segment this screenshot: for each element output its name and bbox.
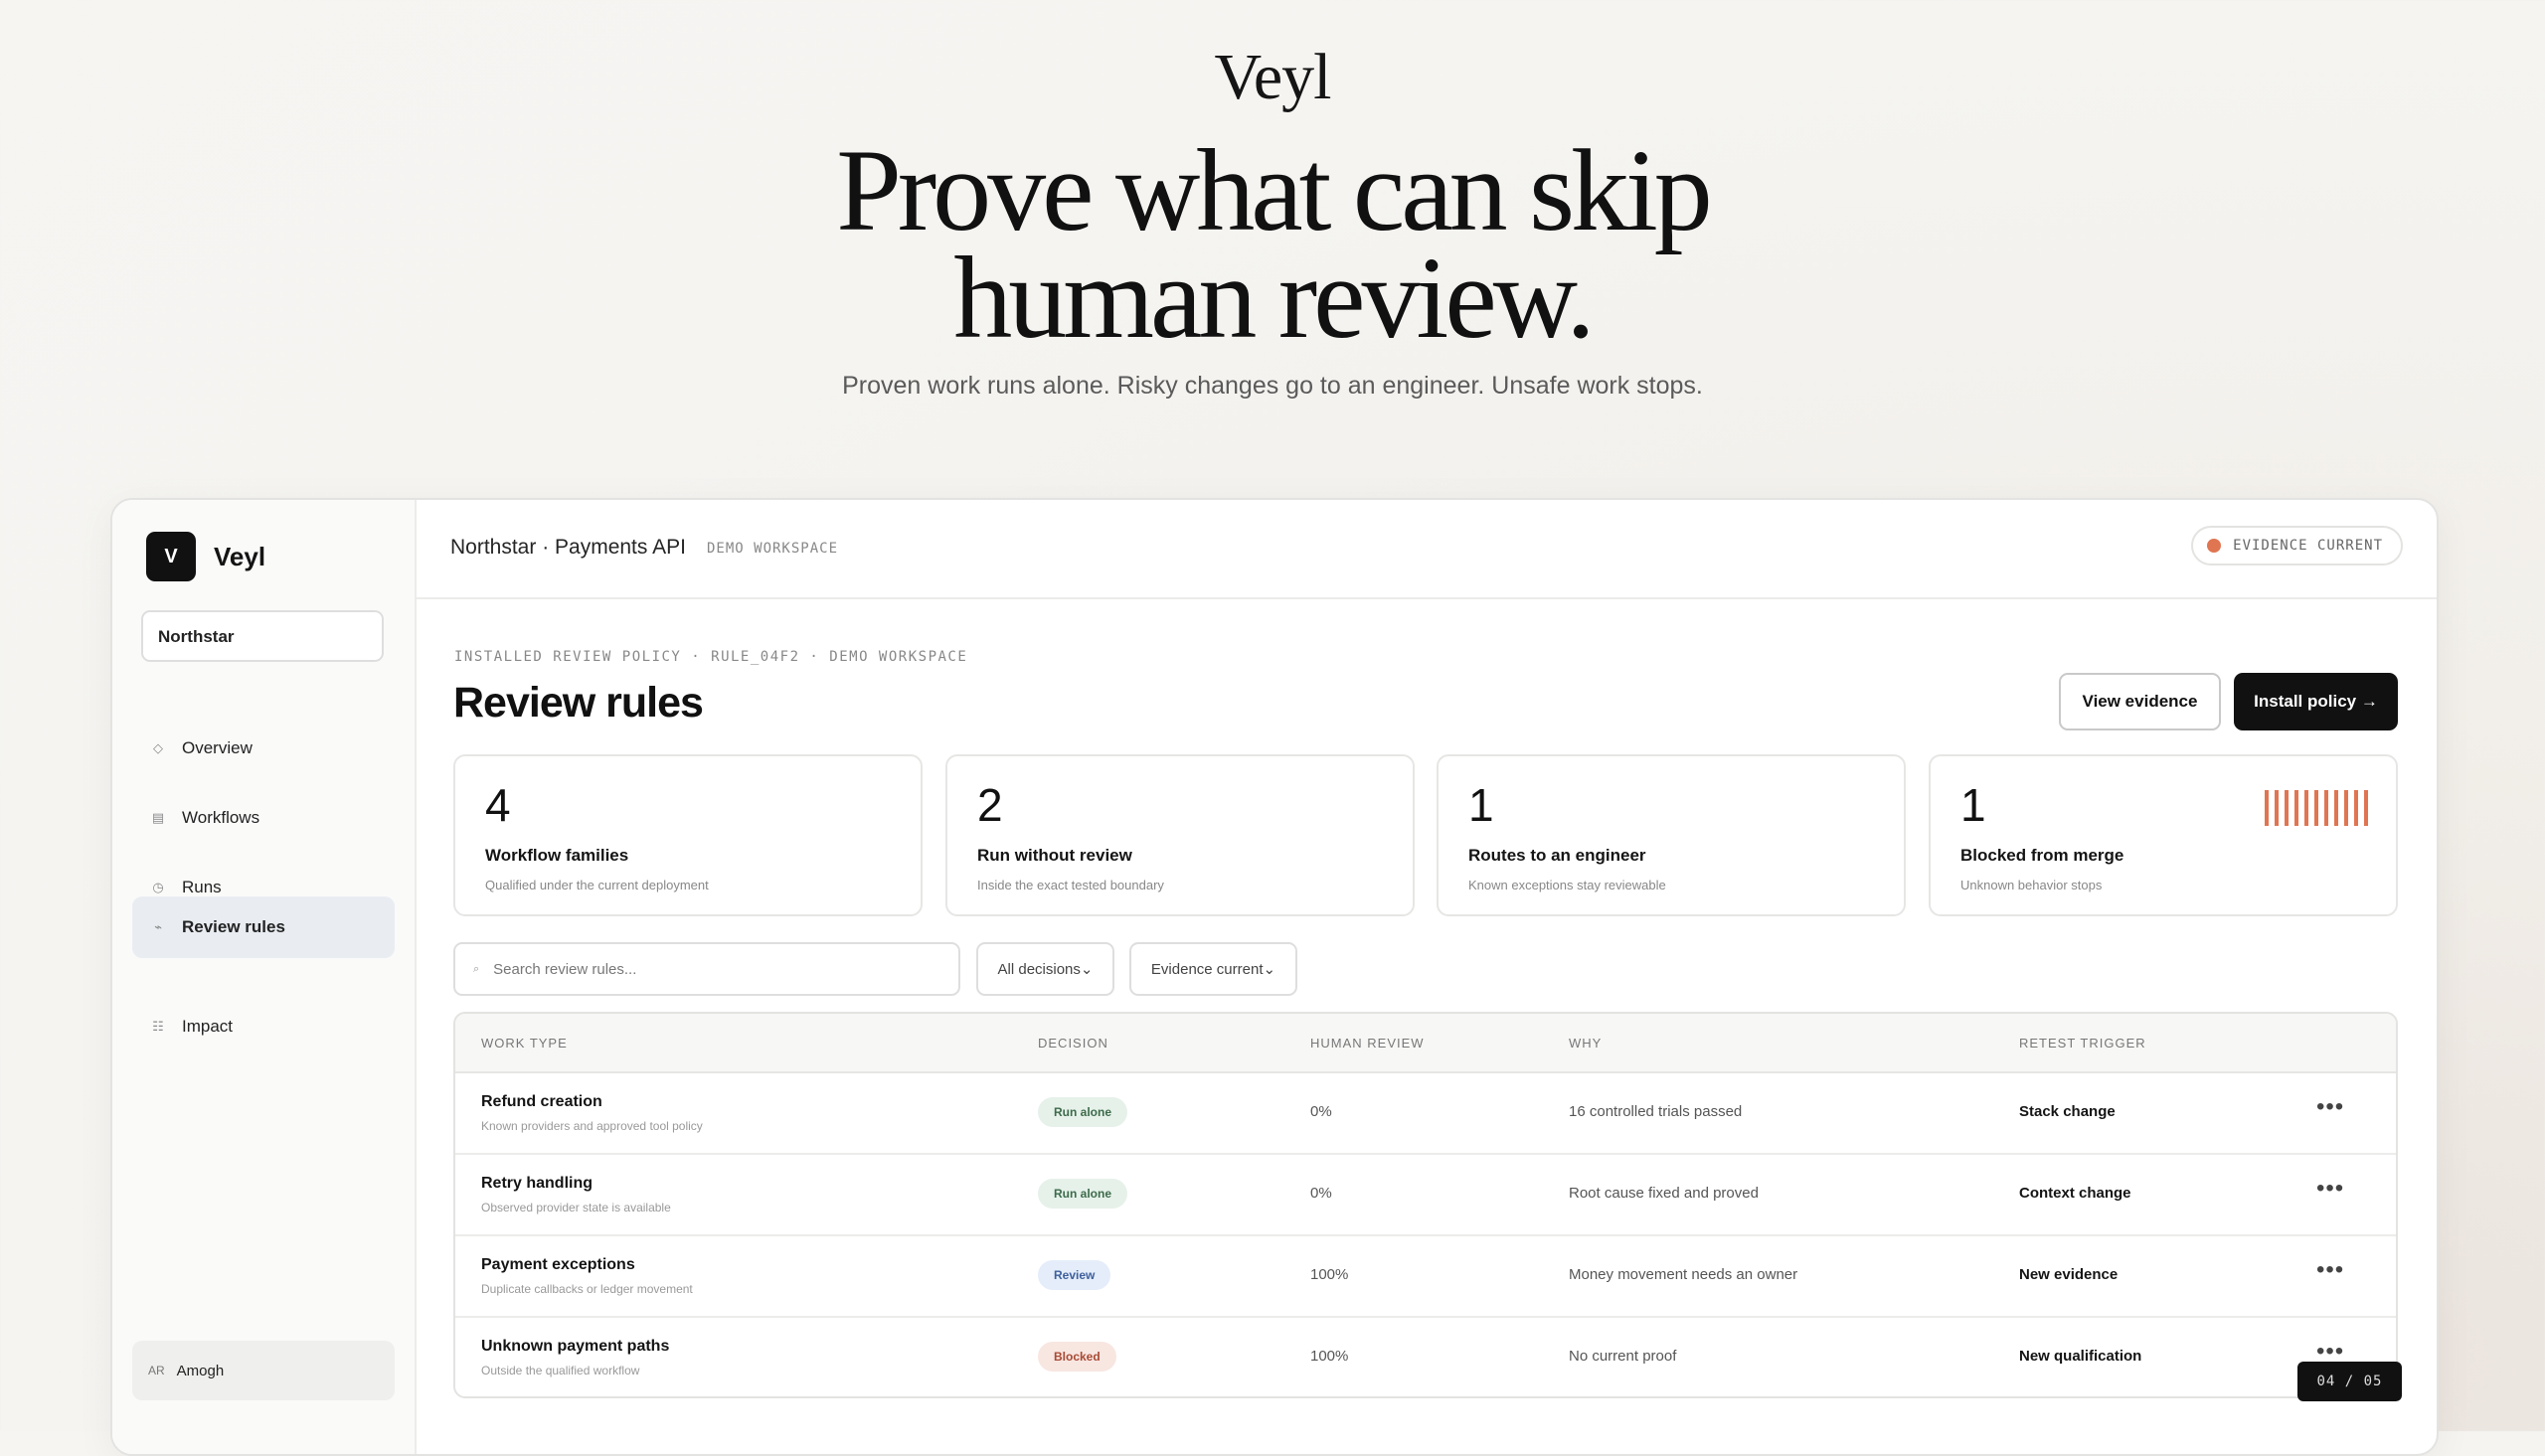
evidence-filter-dropdown[interactable]: Evidence current⌄ xyxy=(1129,942,1297,996)
stat-card-run-without-review: 2 Run without review Inside the exact te… xyxy=(945,754,1415,916)
stat-card-blocked-from-merge: 1 Blocked from merge Unknown behavior st… xyxy=(1929,754,2398,916)
app-name: Veyl xyxy=(214,542,266,571)
evidence-status-badge[interactable]: EVIDENCE CURRENT xyxy=(2191,526,2403,566)
decision-filter-dropdown[interactable]: All decisions⌄ xyxy=(976,942,1114,996)
column-header-retest-trigger: RETEST TRIGGER xyxy=(2019,1036,2146,1051)
stat-description: Known exceptions stay reviewable xyxy=(1468,878,1666,892)
diamond-icon: ◇ xyxy=(153,740,163,755)
view-evidence-button[interactable]: View evidence xyxy=(2059,673,2221,730)
work-type-title: Refund creation xyxy=(481,1093,602,1110)
why-text: Root cause fixed and proved xyxy=(1569,1185,1759,1202)
column-header-human-review: HUMAN REVIEW xyxy=(1310,1036,1425,1051)
search-input[interactable] xyxy=(491,959,914,979)
stat-value: 1 xyxy=(1468,779,1494,831)
human-review-percent: 100% xyxy=(1310,1348,1349,1365)
retest-trigger: New qualification xyxy=(2019,1348,2142,1365)
search-box[interactable]: ⌕ xyxy=(453,942,960,996)
table-row[interactable]: Retry handling Observed provider state i… xyxy=(455,1153,2396,1236)
why-text: 16 controlled trials passed xyxy=(1569,1103,1743,1120)
stat-label: Routes to an engineer xyxy=(1468,846,1646,865)
retest-trigger: Stack change xyxy=(2019,1103,2116,1120)
evidence-status-label: EVIDENCE CURRENT xyxy=(2233,538,2383,554)
work-type-description: Known providers and approved tool policy xyxy=(481,1119,703,1133)
decision-badge: Run alone xyxy=(1038,1179,1128,1209)
table-row[interactable]: Refund creation Known providers and appr… xyxy=(455,1071,2396,1155)
hero-title: Prove what can skip human review. xyxy=(0,132,2545,357)
list-icon: ☷ xyxy=(152,1019,164,1034)
policy-eyebrow: INSTALLED REVIEW POLICY · RULE_04F2 · DE… xyxy=(454,649,968,665)
stat-value: 1 xyxy=(1960,779,1986,831)
decision-badge: Run alone xyxy=(1038,1097,1128,1127)
retest-trigger: Context change xyxy=(2019,1185,2131,1202)
hero-subtitle: Proven work runs alone. Risky changes go… xyxy=(842,372,1703,400)
sidebar-item-overview[interactable]: ◇ Overview xyxy=(132,718,395,779)
why-text: No current proof xyxy=(1569,1348,1677,1365)
page-title: Review rules xyxy=(453,679,704,727)
sidebar-item-review-rules[interactable]: ⌁ Review rules xyxy=(132,896,395,958)
workspace-selector[interactable]: Northstar xyxy=(141,610,384,662)
sidebar-item-label: Impact xyxy=(182,1017,234,1036)
install-policy-button[interactable]: Install policy → xyxy=(2234,673,2398,730)
human-review-percent: 0% xyxy=(1310,1103,1332,1120)
column-header-decision: DECISION xyxy=(1038,1036,1108,1051)
sidebar-item-impact[interactable]: ☷ Impact xyxy=(132,996,395,1057)
table-row[interactable]: Payment exceptions Duplicate callbacks o… xyxy=(455,1234,2396,1318)
work-type-title: Payment exceptions xyxy=(481,1256,635,1273)
stat-description: Qualified under the current deployment xyxy=(485,878,709,892)
work-type-description: Outside the qualified workflow xyxy=(481,1364,640,1377)
blocked-bars-icon xyxy=(2265,790,2368,826)
avatar: AR xyxy=(148,1364,165,1377)
work-type-description: Duplicate callbacks or ledger movement xyxy=(481,1282,693,1296)
grid-icon: ▤ xyxy=(151,810,165,825)
sidebar-item-label: Review rules xyxy=(182,917,285,936)
sidebar-item-workflows[interactable]: ▤ Workflows xyxy=(132,787,395,849)
stat-label: Workflow families xyxy=(485,846,629,865)
sidebar-item-label: Workflows xyxy=(182,808,260,827)
more-options-icon[interactable]: ••• xyxy=(2316,1175,2344,1203)
human-review-percent: 0% xyxy=(1310,1185,1332,1202)
stat-value: 2 xyxy=(977,779,1003,831)
stat-description: Inside the exact tested boundary xyxy=(977,878,1164,892)
column-header-work-type: WORK TYPE xyxy=(481,1036,568,1051)
breadcrumb: Northstar · Payments API xyxy=(450,536,686,559)
sidebar-item-label: Overview xyxy=(182,738,253,757)
slide-pager: 04 / 05 xyxy=(2297,1362,2402,1401)
rule-icon: ⌁ xyxy=(154,919,162,934)
stat-label: Blocked from merge xyxy=(1960,846,2124,865)
column-header-why: WHY xyxy=(1569,1036,1603,1051)
hero-title-line-2: human review. xyxy=(953,233,1596,363)
human-review-percent: 100% xyxy=(1310,1266,1349,1283)
work-type-description: Observed provider state is available xyxy=(481,1201,671,1214)
table-row[interactable]: Unknown payment paths Outside the qualif… xyxy=(455,1316,2396,1396)
work-type-title: Unknown payment paths xyxy=(481,1338,670,1355)
workspace-tag: DEMO WORKSPACE xyxy=(707,541,839,557)
table-header: WORK TYPE DECISION HUMAN REVIEW WHY RETE… xyxy=(455,1014,2396,1073)
decision-badge: Blocked xyxy=(1038,1342,1116,1372)
why-text: Money movement needs an owner xyxy=(1569,1266,1798,1283)
clock-icon: ◷ xyxy=(152,880,164,894)
user-profile[interactable]: AR Amogh xyxy=(132,1341,395,1400)
review-rules-table: WORK TYPE DECISION HUMAN REVIEW WHY RETE… xyxy=(453,1012,2398,1398)
hero-brand: Veyl xyxy=(1214,41,1332,113)
main-content: Northstar · Payments API DEMO WORKSPACE … xyxy=(417,500,2437,1454)
stat-label: Run without review xyxy=(977,846,1132,865)
app-window: V Veyl Northstar ◇ Overview ▤ Workflows … xyxy=(110,498,2439,1456)
logo-mark: V xyxy=(146,532,196,581)
status-dot-icon xyxy=(2207,539,2222,553)
more-options-icon[interactable]: ••• xyxy=(2316,1093,2344,1121)
top-bar: Northstar · Payments API DEMO WORKSPACE … xyxy=(417,500,2437,599)
work-type-title: Retry handling xyxy=(481,1175,594,1192)
search-icon: ⌕ xyxy=(473,962,480,975)
more-options-icon[interactable]: ••• xyxy=(2316,1256,2344,1284)
sidebar: V Veyl Northstar ◇ Overview ▤ Workflows … xyxy=(112,500,417,1454)
stat-card-workflow-families: 4 Workflow families Qualified under the … xyxy=(453,754,923,916)
stat-value: 4 xyxy=(485,779,511,831)
decision-badge: Review xyxy=(1038,1260,1111,1290)
stat-card-routes-to-engineer: 1 Routes to an engineer Known exceptions… xyxy=(1437,754,1906,916)
user-name: Amogh xyxy=(176,1362,225,1379)
sidebar-item-label: Runs xyxy=(182,878,222,896)
stat-description: Unknown behavior stops xyxy=(1960,878,2103,892)
retest-trigger: New evidence xyxy=(2019,1266,2119,1283)
